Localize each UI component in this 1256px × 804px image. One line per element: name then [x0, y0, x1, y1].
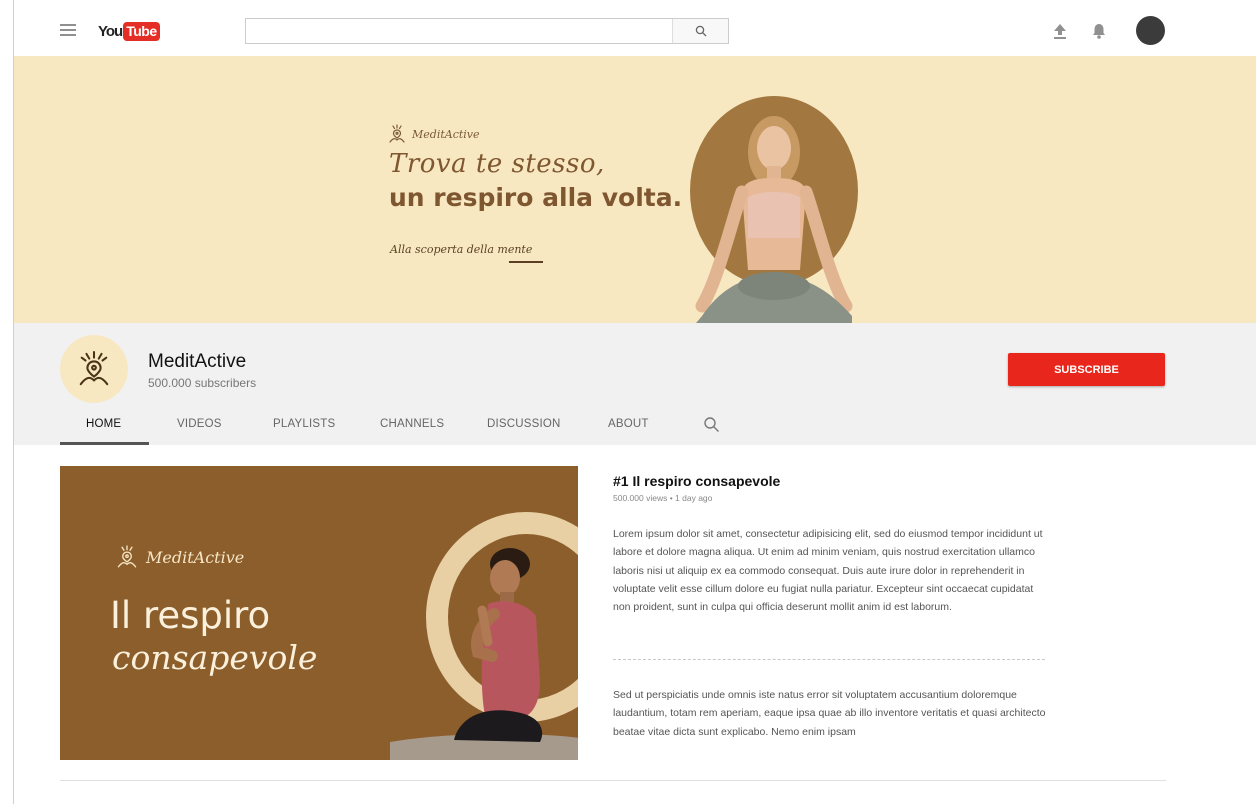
description-divider — [613, 659, 1045, 660]
banner-brand: MeditActive — [388, 124, 480, 144]
praying-man-image — [390, 548, 578, 760]
thumbnail-brand-name: MeditActive — [146, 547, 245, 567]
subscriber-count: 500.000 subscribers — [148, 376, 257, 390]
meditactive-logo-icon — [79, 350, 109, 386]
meditactive-logo-icon — [389, 124, 405, 143]
featured-video-meta: 500.000 views • 1 day ago — [613, 493, 713, 503]
tab-channels[interactable]: CHANNELS — [380, 418, 444, 430]
tab-playlists[interactable]: PLAYLISTS — [273, 418, 335, 430]
thumbnail-title-line-2: consapevole — [112, 638, 318, 677]
meditating-woman-image — [695, 116, 853, 323]
tab-about[interactable]: ABOUT — [608, 418, 649, 430]
tab-videos[interactable]: VIDEOS — [177, 418, 222, 430]
tab-discussion[interactable]: DISCUSSION — [487, 418, 561, 430]
featured-video-description-1: Lorem ipsum dolor sit amet, consectetur … — [613, 528, 1043, 614]
featured-video-description-2: Sed ut perspiciatis unde omnis iste natu… — [613, 689, 1046, 738]
logo-you-text: You — [98, 22, 123, 40]
logo-tube-text: Tube — [123, 21, 160, 41]
featured-video-thumbnail[interactable]: MeditActive Il respiro consapevole — [60, 466, 578, 760]
banner-brand-name: MeditActive — [412, 127, 480, 141]
channel-banner: MeditActive Trova te stesso, un respiro … — [14, 56, 1256, 323]
banner-headline-line-2: un respiro alla volta. — [389, 183, 683, 212]
banner-tagline: Alla scoperta della mente — [390, 243, 533, 256]
banner-tagline-underline — [509, 261, 543, 263]
meditactive-logo-icon — [117, 545, 137, 568]
user-avatar[interactable] — [1136, 16, 1165, 45]
upload-icon[interactable] — [1052, 22, 1068, 40]
search-input[interactable] — [246, 19, 672, 43]
search-icon — [695, 25, 706, 37]
notifications-bell-icon[interactable] — [1090, 22, 1108, 40]
featured-video-title[interactable]: #1 Il respiro consapevole — [613, 473, 780, 489]
channel-avatar[interactable] — [60, 335, 128, 403]
tab-home[interactable]: HOME — [86, 418, 121, 430]
thumbnail-title-line-1: Il respiro — [110, 594, 271, 637]
banner-headline-line-1: Trova te stesso, — [389, 149, 605, 179]
channel-header: MeditActive 500.000 subscribers SUBSCRIB… — [14, 323, 1256, 445]
thumbnail-brand: MeditActive — [116, 544, 244, 570]
channel-search-icon[interactable] — [703, 416, 720, 433]
channel-name: MeditActive — [148, 351, 247, 372]
search-button[interactable] — [672, 19, 728, 43]
menu-icon[interactable] — [60, 24, 76, 36]
top-bar: You Tube — [14, 0, 1256, 56]
search-bar — [245, 18, 729, 44]
youtube-logo[interactable]: You Tube — [98, 21, 160, 41]
subscribe-button[interactable]: SUBSCRIBE — [1008, 353, 1165, 386]
section-divider — [60, 780, 1166, 781]
active-tab-indicator — [60, 442, 149, 445]
